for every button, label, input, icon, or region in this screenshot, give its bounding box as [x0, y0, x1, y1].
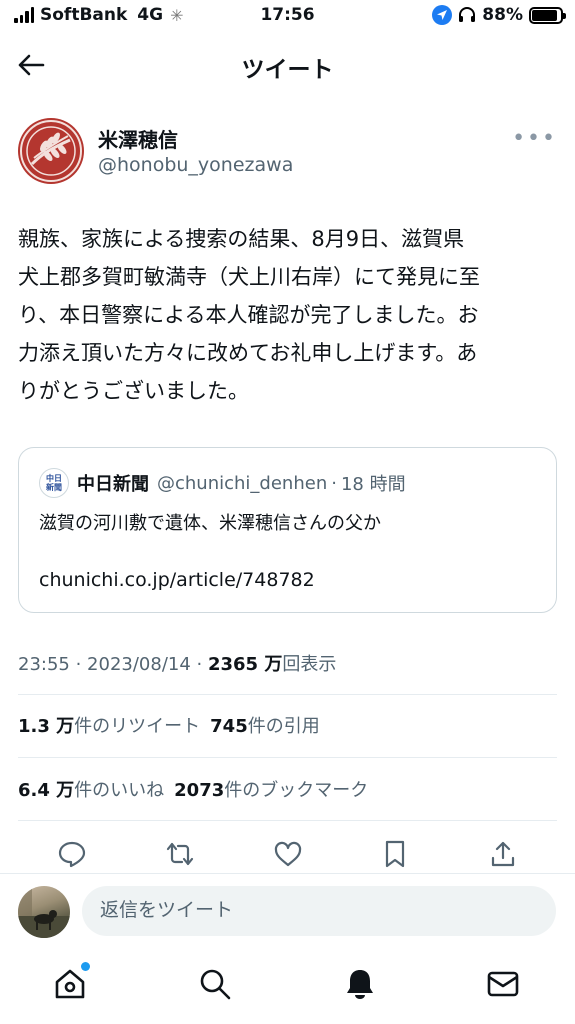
tweet-text: 親族、家族による捜索の結果、8月9日、滋賀県 犬上郡多賀町敏満寺（犬上川右岸）に… — [18, 227, 480, 403]
author-display-name[interactable]: 米澤穂信 — [98, 124, 178, 153]
like-count-link[interactable]: 6.4 万件のいいね — [18, 776, 164, 802]
like-icon — [274, 841, 301, 867]
user-avatar[interactable] — [18, 886, 70, 938]
retweet-count: 1.3 万 — [18, 716, 75, 737]
tab-messages[interactable] — [483, 964, 523, 1004]
like-stats: 6.4 万件のいいね 2073件のブックマーク — [18, 776, 368, 802]
top-nav: ツイート — [0, 40, 575, 92]
author-avatar[interactable] — [18, 118, 84, 184]
tweet-actions — [18, 836, 557, 872]
retweet-icon — [166, 842, 193, 866]
reply-bar — [0, 873, 575, 949]
dog-photo-icon — [18, 886, 70, 938]
messages-icon — [487, 971, 519, 997]
view-count: 2365 万 — [207, 654, 283, 675]
quoted-tweet-header: 中日 新聞 中日新聞 @chunichi_denhen · 18 時間 — [39, 468, 546, 498]
reply-icon — [58, 841, 86, 868]
status-right: 88% — [432, 5, 566, 25]
retweet-count-link[interactable]: 1.3 万件のリツイート — [18, 712, 200, 738]
tweet-meta: 23:55 · 2023/08/14 · 2365 万回表示 — [18, 650, 336, 676]
rice-crest-icon — [20, 120, 82, 182]
page-title: ツイート — [241, 57, 334, 83]
share-button[interactable] — [485, 836, 521, 872]
quoted-author-handle: @chunichi_denhen — [157, 472, 328, 494]
quoted-separator: · — [331, 472, 337, 494]
like-label: 件のいいね — [74, 780, 165, 801]
quoted-timestamp: 18 時間 — [340, 474, 406, 495]
quote-label: 件の引用 — [247, 716, 320, 737]
more-options-icon[interactable]: ••• — [512, 126, 557, 151]
divider — [18, 820, 557, 821]
quoted-avatar: 中日 新聞 — [39, 468, 69, 498]
quoted-author-name: 中日新聞 — [77, 474, 149, 495]
author-handle[interactable]: @honobu_yonezawa — [98, 154, 293, 176]
divider — [18, 694, 557, 695]
retweet-label: 件のリツイート — [74, 716, 201, 737]
tweet-author: 米澤穂信 @honobu_yonezawa ••• — [18, 118, 557, 188]
bookmark-label: 件のブックマーク — [224, 780, 369, 801]
bookmark-button[interactable] — [377, 836, 413, 872]
location-icon — [432, 5, 453, 25]
search-icon — [200, 969, 231, 1000]
like-count: 6.4 万 — [18, 780, 75, 801]
bookmark-count-link[interactable]: 2073件のブックマーク — [174, 776, 368, 802]
bottom-tab-bar — [0, 950, 575, 1024]
view-label: 回表示 — [282, 654, 337, 675]
tab-home[interactable] — [50, 962, 90, 1004]
battery-percent: 88% — [482, 5, 523, 25]
bookmark-icon — [386, 840, 405, 868]
status-bar: SoftBank 4G ✳ 17:56 88% — [0, 0, 575, 34]
quote-count: 745 — [210, 716, 248, 737]
reply-input[interactable] — [82, 886, 556, 936]
home-icon — [55, 969, 85, 999]
quoted-tweet-card[interactable]: 中日 新聞 中日新聞 @chunichi_denhen · 18 時間 滋賀の河… — [18, 447, 557, 613]
quote-count-link[interactable]: 745件の引用 — [210, 712, 320, 738]
headphones-icon — [459, 7, 476, 22]
like-button[interactable] — [270, 836, 306, 872]
share-icon — [491, 841, 515, 867]
divider — [18, 757, 557, 758]
tab-notifications[interactable] — [340, 964, 380, 1004]
retweet-button[interactable] — [162, 836, 198, 872]
battery-icon — [529, 6, 566, 24]
quoted-tweet-link[interactable]: chunichi.co.jp/article/748782 — [39, 569, 315, 591]
quoted-tweet-text: 滋賀の河川敷で遺体、米澤穂信さんの父か — [39, 513, 381, 534]
retweet-stats: 1.3 万件のリツイート 745件の引用 — [18, 712, 320, 738]
notifications-icon — [347, 970, 373, 999]
quoted-avatar-text: 中日 新聞 — [46, 474, 62, 492]
notification-dot — [81, 962, 90, 971]
tab-search[interactable] — [195, 964, 235, 1004]
reply-button[interactable] — [54, 836, 90, 872]
bookmark-count: 2073 — [174, 780, 225, 801]
tweet-timestamp: 23:55 · 2023/08/14 · — [18, 654, 203, 675]
